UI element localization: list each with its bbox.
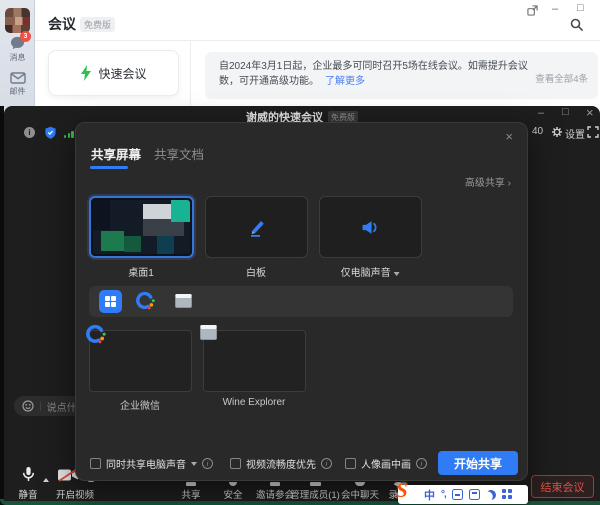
toolbar-item-video[interactable]: 开启视频 [56,487,94,501]
source-computer-audio[interactable] [319,196,422,258]
meeting-maximize-button[interactable]: □ [562,107,569,118]
filter-all-apps-button[interactable] [99,290,122,313]
checkbox-smooth-video[interactable] [230,458,241,469]
ime-language-mode[interactable]: 中 [424,487,435,503]
info-icon[interactable]: i [202,458,213,469]
sidebar-item-mail[interactable]: 邮件 [0,72,35,97]
emoji-icon[interactable] [22,400,34,412]
sidebar-item-messages[interactable]: 消息 [0,36,35,63]
ime-menu-grid-icon[interactable] [502,489,513,500]
microphone-icon[interactable] [21,466,36,482]
explorer-window-icon [200,325,217,340]
app-sidebar: 消息 3 邮件 [0,0,35,118]
header-divider [35,40,600,41]
source-label: 白板 [246,264,266,279]
search-icon[interactable] [570,18,584,32]
info-icon[interactable]: i [416,458,427,469]
source-desktop1[interactable] [89,196,194,258]
security-icon [229,482,237,486]
option-share-audio: 同时共享电脑声音 i [90,456,213,471]
toolbar-item-chat[interactable]: 会中聊天 [341,487,379,501]
toolbar-item-members[interactable]: 管理成员(1) [290,487,340,501]
toolbar-item-security[interactable]: 安全 [223,487,242,501]
maximize-button[interactable]: □ [577,3,584,14]
checkbox-portrait-pip[interactable] [345,458,356,469]
tab-share-screen[interactable]: 共享屏幕 [91,144,141,163]
separator: | [39,401,42,412]
wecom-app-window: 消息 3 邮件 会议 免费版 – □ 快速会议 自2024年3月1日起，企业最多… [0,0,600,118]
meeting-close-button[interactable]: × [586,107,594,118]
learn-more-link[interactable]: 了解更多 [325,76,365,87]
quick-meeting-button[interactable]: 快速会议 [48,50,179,96]
view-all-link[interactable]: 查看全部4条 [535,71,588,85]
ime-toolbar: 中 °, [398,485,528,504]
pen-icon [247,217,267,237]
app-wine-explorer-window[interactable] [203,330,306,392]
security-shield-icon[interactable] [44,126,57,139]
settings-label[interactable]: 设置 [565,126,585,141]
ime-clipboard-icon[interactable] [469,489,480,500]
screen: 消息 3 邮件 会议 免费版 – □ 快速会议 自2024年3月1日起，企业最多… [0,0,600,505]
end-meeting-button[interactable]: 结束会议 [531,475,594,498]
free-version-badge: 免费版 [80,17,115,32]
sidebar-item-label: 邮件 [0,86,35,97]
advanced-share-link[interactable]: 高级共享 › [465,174,511,189]
chat-icon [355,482,365,486]
mail-icon [10,72,26,84]
desktop-preview [93,200,190,254]
toolbar-item-share[interactable]: 共享 [181,487,200,501]
toolbar-item-mute[interactable]: 静音 [18,487,37,501]
filter-wecom-icon[interactable] [135,291,156,312]
info-icon[interactable]: i [321,458,332,469]
speaker-icon [361,220,380,235]
avatar[interactable] [5,8,30,33]
notice-banner: 自2024年3月1日起，企业最多可同时召开5场在线会议。如需提升会议数，可开通高… [205,52,598,99]
wecom-logo-icon [85,324,107,346]
start-share-button[interactable]: 开始共享 [438,451,518,475]
gear-icon[interactable] [551,126,563,138]
tab-share-document[interactable]: 共享文档 [154,144,204,163]
toolbar-item-invite[interactable]: 邀请参会 [256,487,294,501]
unread-badge: 3 [20,31,31,42]
app-label: 企业微信 [120,397,160,412]
grid-icon [105,296,110,301]
share-screen-dialog: × 共享屏幕 共享文档 高级共享 › 桌面1 白板 仅电脑声音 [75,122,528,481]
members-icon [310,482,321,486]
source-whiteboard[interactable] [205,196,308,258]
audio-dropdown-arrow[interactable] [393,272,399,276]
audio-option-arrow[interactable] [191,462,197,466]
meeting-minimize-button[interactable]: – [538,108,544,119]
meeting-timer: 40 [532,126,543,137]
active-tab-indicator [90,166,128,169]
lightning-icon [80,65,92,81]
ime-simplified-box-icon[interactable] [452,489,463,500]
fullscreen-icon[interactable] [587,126,599,138]
popout-icon[interactable] [527,5,538,16]
meeting-info-icon[interactable]: i [24,127,35,138]
quick-meeting-label: 快速会议 [98,65,146,82]
app-label: Wine Explorer [223,397,286,408]
ime-punctuation-icon[interactable]: °, [441,489,446,500]
ime-night-mode-icon[interactable] [486,490,496,500]
page-title: 会议 [48,14,76,34]
option-smooth-video: 视频流畅度优先 i [230,456,332,471]
filter-window-icon[interactable] [175,294,192,308]
checkbox-share-audio[interactable] [90,458,101,469]
mic-options-arrow[interactable] [43,478,49,482]
app-filter-bar [89,286,513,317]
source-label: 桌面1 [128,264,154,279]
sogou-logo[interactable]: S [396,478,408,503]
minimize-button[interactable]: – [552,4,558,15]
invite-icon [270,482,280,486]
sidebar-item-label: 消息 [0,52,35,63]
source-label: 仅电脑声音 [341,264,400,279]
notice-text: 自2024年3月1日起，企业最多可同时召开5场在线会议。如需提升会议数，可开通高… [219,59,543,89]
option-portrait-pip: 人像画中画 i [345,456,427,471]
dialog-close-icon[interactable]: × [505,129,513,144]
share-icon [186,482,196,486]
